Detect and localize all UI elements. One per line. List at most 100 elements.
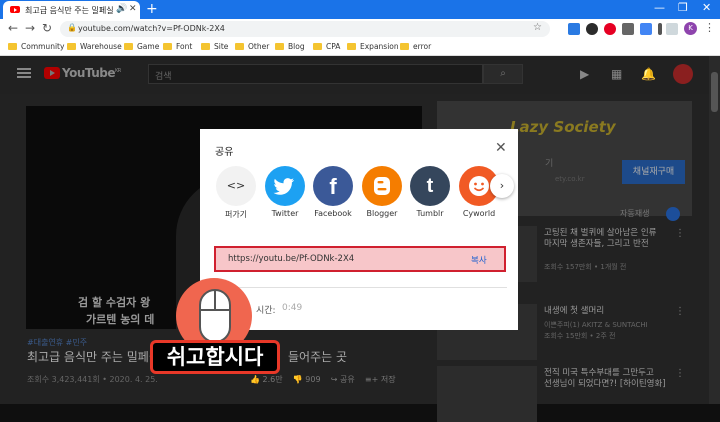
blogger-share-button[interactable] xyxy=(362,166,402,206)
youtube-header: YouTubeKR 검색 ⌕ ▶ ▦ 🔔 xyxy=(0,56,720,94)
channel-url[interactable]: ety.co.kr xyxy=(555,175,585,183)
folder-icon xyxy=(67,43,76,50)
browser-menu-icon[interactable]: ⋮ xyxy=(704,21,715,34)
extension-gray-icon[interactable] xyxy=(622,23,634,35)
reload-icon[interactable]: ↻ xyxy=(42,21,52,35)
blogger-b-icon xyxy=(374,177,390,195)
share-icon[interactable]: ↪ xyxy=(331,375,338,384)
bookmark-other[interactable]: Other xyxy=(235,42,269,51)
video-hashtags[interactable]: #대출연휴 #민주 xyxy=(27,337,87,348)
hamburger-menu-icon[interactable] xyxy=(17,68,31,78)
profile-avatar[interactable]: K xyxy=(684,22,697,35)
page-scrollbar[interactable] xyxy=(709,56,720,404)
youtube-search-input[interactable]: 검색 xyxy=(148,64,483,84)
dislike-icon[interactable]: 👎 xyxy=(293,375,303,384)
folder-icon xyxy=(400,43,409,50)
recommendation-more-icon[interactable]: ⋮ xyxy=(675,306,685,317)
apps-grid-icon[interactable]: ▦ xyxy=(611,67,622,81)
pinterest-icon[interactable] xyxy=(604,23,616,35)
extension-gray2-icon[interactable] xyxy=(666,23,678,35)
tumblr-t-icon: t xyxy=(426,175,434,197)
extension-blue-icon[interactable] xyxy=(640,23,652,35)
extension-screen-icon[interactable] xyxy=(568,23,580,35)
like-count: 2.6만 xyxy=(262,375,283,384)
dislike-count: 909 xyxy=(305,375,321,384)
search-icon[interactable]: ⌕ xyxy=(483,64,523,84)
chevron-right-icon[interactable]: › xyxy=(490,174,514,198)
bookmark-star-icon[interactable]: ☆ xyxy=(533,22,542,33)
create-video-icon[interactable]: ▶ xyxy=(580,67,589,81)
bookmark-community[interactable]: Community xyxy=(8,42,64,51)
folder-icon xyxy=(201,43,210,50)
recommendation-more-icon[interactable]: ⋮ xyxy=(675,228,685,239)
share-dialog-title: 공유 xyxy=(215,147,234,158)
start-time-value[interactable]: 0:49 xyxy=(282,303,302,313)
video-title-continued: 들어주는 곳 xyxy=(288,350,348,364)
extension-bar-icon[interactable] xyxy=(658,23,662,35)
user-avatar[interactable] xyxy=(673,64,693,84)
speaker-icon[interactable]: 🔊 xyxy=(116,4,127,14)
video-actions: 👍 2.6만 👎 909 ↪ 공유 ≡+ 저장 xyxy=(250,374,396,385)
bookmark-warehouse[interactable]: Warehouse xyxy=(67,42,122,51)
notifications-bell-icon[interactable]: 🔔 xyxy=(641,67,656,81)
tumblr-share-button[interactable]: t xyxy=(410,166,450,206)
browser-chrome: 최고급 음식만 주는 밀페실 🔊 ✕ + — ❐ ✕ ← → ↻ 🔒 youtu… xyxy=(0,0,720,56)
embed-share-button[interactable]: <> xyxy=(216,166,256,206)
bookmark-font[interactable]: Font xyxy=(163,42,192,51)
recommendation-more-icon[interactable]: ⋮ xyxy=(675,368,685,379)
recommendation-title-line2[interactable]: 선생님이 되었다면?! [하이틴영화] xyxy=(544,379,666,390)
forward-icon[interactable]: → xyxy=(25,21,35,35)
bookmark-error[interactable]: error xyxy=(400,42,431,51)
channel-banner-text: Lazy Society xyxy=(510,118,616,136)
recommendation-title-line2[interactable]: 마지막 생존자들, 그리고 반전 xyxy=(544,239,649,250)
autoplay-label: 자동재생 xyxy=(620,209,650,218)
cyworld-share-label: Cyworld xyxy=(462,209,496,218)
save-icon[interactable]: ≡+ xyxy=(365,375,378,384)
recommendation-thumbnail[interactable] xyxy=(437,366,537,422)
back-icon[interactable]: ← xyxy=(8,21,18,35)
folder-icon xyxy=(347,43,356,50)
tab-close-icon[interactable]: ✕ xyxy=(129,4,137,14)
bookmark-expansion[interactable]: Expansion xyxy=(347,42,399,51)
like-icon[interactable]: 👍 xyxy=(250,375,260,384)
autoplay-toggle[interactable] xyxy=(666,207,680,221)
youtube-logo-icon[interactable] xyxy=(44,67,60,79)
embed-code-icon: <> xyxy=(226,179,246,192)
recommendation-channel: 이쁜주피(1) AKITZ & SUNTACHI xyxy=(544,321,648,329)
twitter-bird-icon xyxy=(273,178,294,195)
folder-icon xyxy=(8,43,17,50)
minimize-icon[interactable]: — xyxy=(654,1,665,14)
bookmark-site[interactable]: Site xyxy=(201,42,228,51)
video-subtitle-line1: 검 할 수검자 왕 xyxy=(78,296,151,309)
channel-action-button[interactable]: 채널재구매 xyxy=(622,160,685,184)
extension-download-icon[interactable] xyxy=(586,23,598,35)
recommendation-title[interactable]: 고팅된 채 벌퀴에 살아남은 인류 xyxy=(544,228,656,239)
save-label[interactable]: 저장 xyxy=(381,375,396,384)
browser-tab[interactable]: 최고급 음식만 주는 밀페실 🔊 ✕ xyxy=(3,1,140,19)
copy-link-button[interactable]: 복사 xyxy=(471,254,487,266)
channel-name: 기 xyxy=(545,159,554,169)
twitter-share-button[interactable] xyxy=(265,166,305,206)
recommendation-title[interactable]: 내생에 첫 샐머리 xyxy=(544,306,604,317)
share-link-field[interactable]: https://youtu.be/Pf-ODNk-2X4 복사 xyxy=(214,246,506,272)
bookmark-blog[interactable]: Blog xyxy=(275,42,305,51)
bookmark-game[interactable]: Game xyxy=(124,42,159,51)
folder-icon xyxy=(124,43,133,50)
facebook-share-button[interactable]: f xyxy=(313,166,353,206)
share-link-url[interactable]: https://youtu.be/Pf-ODNk-2X4 xyxy=(228,254,354,264)
share-label[interactable]: 공유 xyxy=(340,375,355,384)
video-title: 최고급 음식만 주는 밀페실 xyxy=(27,350,160,364)
maximize-icon[interactable]: ❐ xyxy=(678,1,688,14)
window-close-icon[interactable]: ✕ xyxy=(702,1,711,14)
address-bar[interactable]: 🔒 youtube.com/watch?v=Pf-ODNk-2X4 ☆ xyxy=(60,21,550,37)
recommendation-title[interactable]: 전직 미국 특수부대를 그만두고 xyxy=(544,368,654,379)
divider xyxy=(215,287,507,288)
recommendation-meta: 조회수 157만회 • 1개월 전 xyxy=(544,263,627,271)
close-icon[interactable]: ✕ xyxy=(495,140,507,156)
folder-icon xyxy=(163,43,172,50)
scrollbar-thumb[interactable] xyxy=(711,72,718,112)
new-tab-button[interactable]: + xyxy=(146,1,158,17)
lock-icon[interactable]: 🔒 xyxy=(67,23,77,32)
youtube-wordmark[interactable]: YouTubeKR xyxy=(62,66,121,80)
bookmark-cpa[interactable]: CPA xyxy=(313,42,340,51)
